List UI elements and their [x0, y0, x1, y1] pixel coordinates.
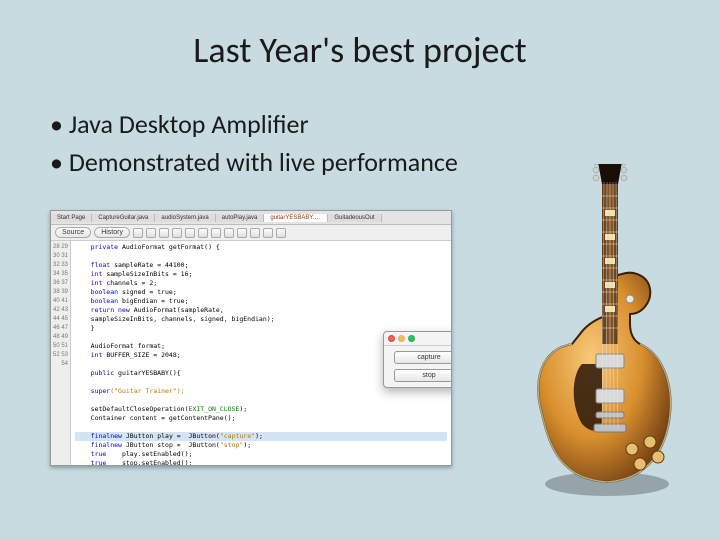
popup-titlebar	[384, 332, 452, 346]
slide-title: Last Year's best project	[0, 0, 720, 72]
editor-tabs: Start Page CaptureGuitar.java audioSyste…	[51, 211, 451, 225]
zoom-icon[interactable]	[408, 335, 415, 342]
toolbar-icon[interactable]	[263, 228, 273, 238]
toolbar-icon[interactable]	[224, 228, 234, 238]
tab-capture[interactable]: CaptureGuitar.java	[92, 214, 155, 222]
toolbar-icon[interactable]	[133, 228, 143, 238]
editor-toolbar: Source History	[51, 225, 451, 241]
tab-guitaryesbaby[interactable]: guitarYESBABY.java	[264, 214, 328, 222]
minimize-icon[interactable]	[398, 335, 405, 342]
source-button[interactable]: Source	[55, 227, 91, 238]
toolbar-icon[interactable]	[159, 228, 169, 238]
line-gutter: 28 29 30 31 32 33 34 35 36 37 38 39 40 4…	[51, 241, 71, 465]
close-icon[interactable]	[388, 335, 395, 342]
tab-start[interactable]: Start Page	[51, 214, 92, 222]
figure-row: Start Page CaptureGuitar.java audioSyste…	[50, 210, 452, 466]
history-button[interactable]: History	[94, 227, 130, 238]
toolbar-icon[interactable]	[276, 228, 286, 238]
toolbar-icon[interactable]	[172, 228, 182, 238]
capture-button[interactable]: capture	[394, 351, 452, 364]
stop-button[interactable]: stop	[394, 369, 452, 382]
tab-autoplay[interactable]: autoPlay.java	[216, 214, 265, 222]
toolbar-icon[interactable]	[211, 228, 221, 238]
bullet-item: Java Desktop Amplifier	[50, 108, 720, 140]
toolbar-icon[interactable]	[146, 228, 156, 238]
toolbar-icon[interactable]	[198, 228, 208, 238]
tab-audiosystem[interactable]: audioSystem.java	[155, 214, 215, 222]
toolbar-icon[interactable]	[250, 228, 260, 238]
runtime-popup: capture stop	[383, 331, 452, 388]
ide-screenshot: Start Page CaptureGuitar.java audioSyste…	[50, 210, 452, 466]
tab-guitadeous[interactable]: GuitadeousOut	[328, 214, 381, 222]
guitar-image	[502, 164, 702, 504]
toolbar-icon[interactable]	[237, 228, 247, 238]
toolbar-icon[interactable]	[185, 228, 195, 238]
